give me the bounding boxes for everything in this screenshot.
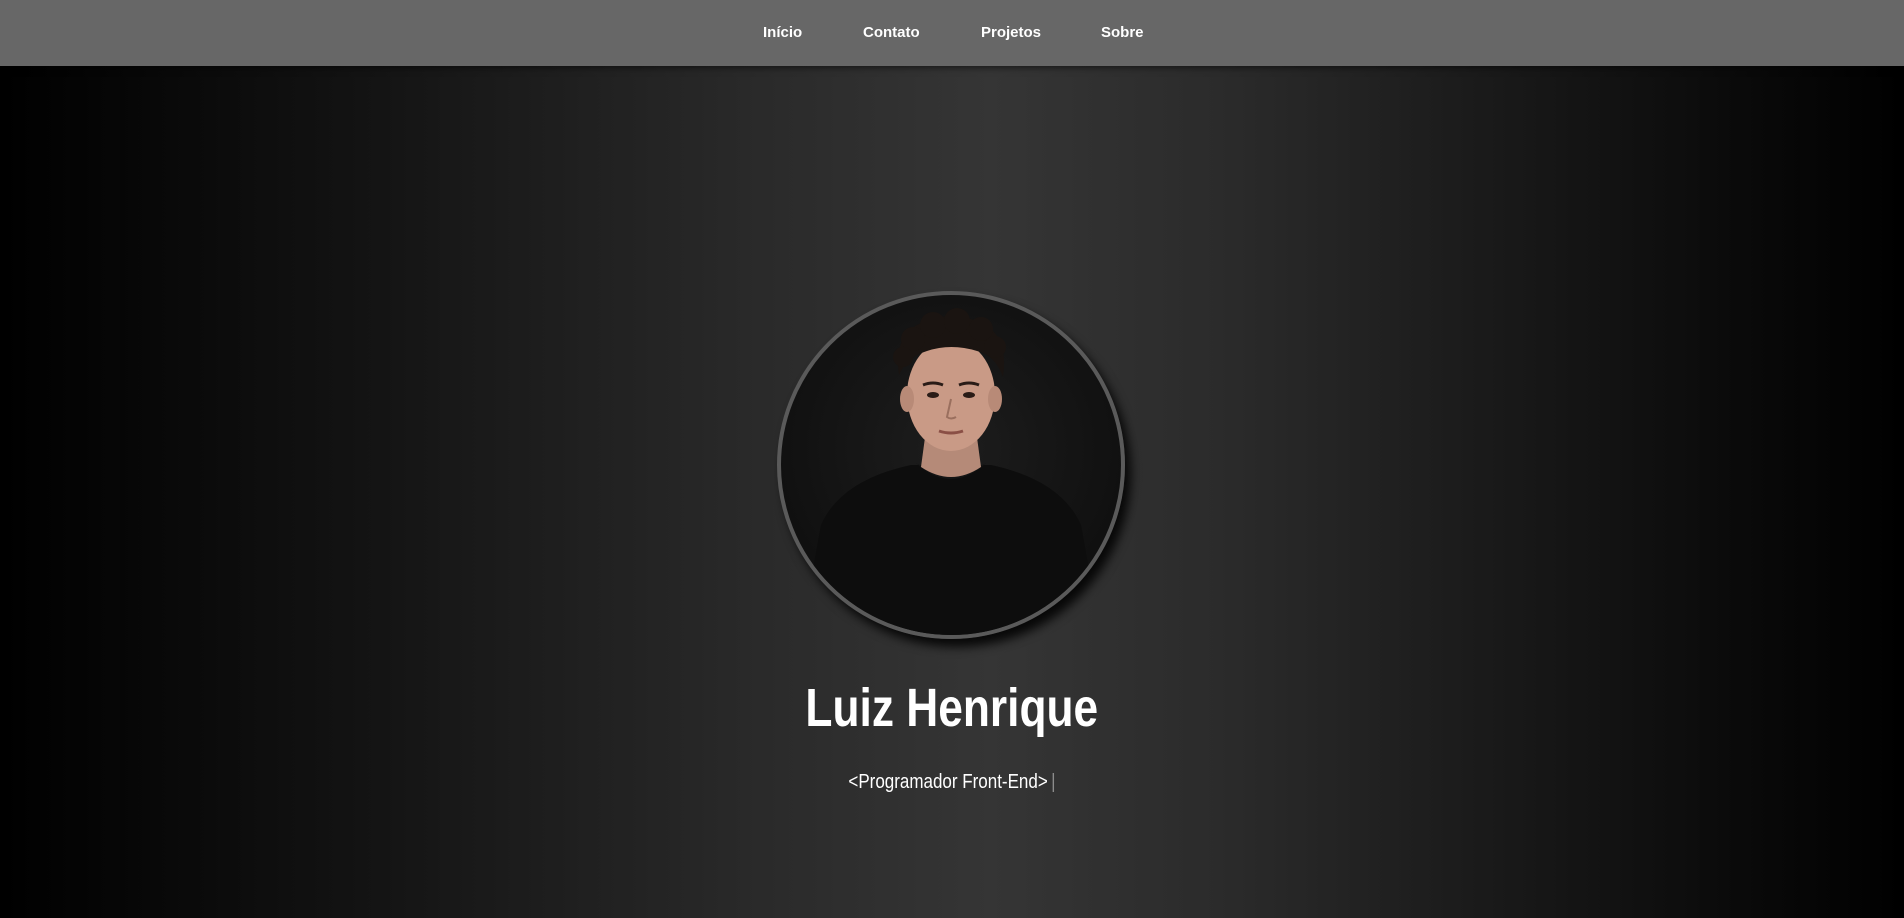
- top-navbar: Início Contato Projetos Sobre: [0, 0, 1904, 66]
- profile-photo-icon: [801, 308, 1101, 635]
- nav-link-sobre[interactable]: Sobre: [1101, 24, 1144, 41]
- profile-name: Luiz Henrique: [805, 678, 1099, 738]
- profile-avatar: [777, 291, 1125, 639]
- typing-cursor: |: [1051, 771, 1056, 793]
- nav-link-inicio[interactable]: Início: [763, 24, 802, 41]
- nav-link-projetos[interactable]: Projetos: [981, 24, 1041, 41]
- role-text: <Programador Front-End>: [848, 771, 1048, 793]
- role-line: <Programador Front-End> |: [143, 769, 1761, 795]
- nav-link-contato[interactable]: Contato: [863, 24, 920, 41]
